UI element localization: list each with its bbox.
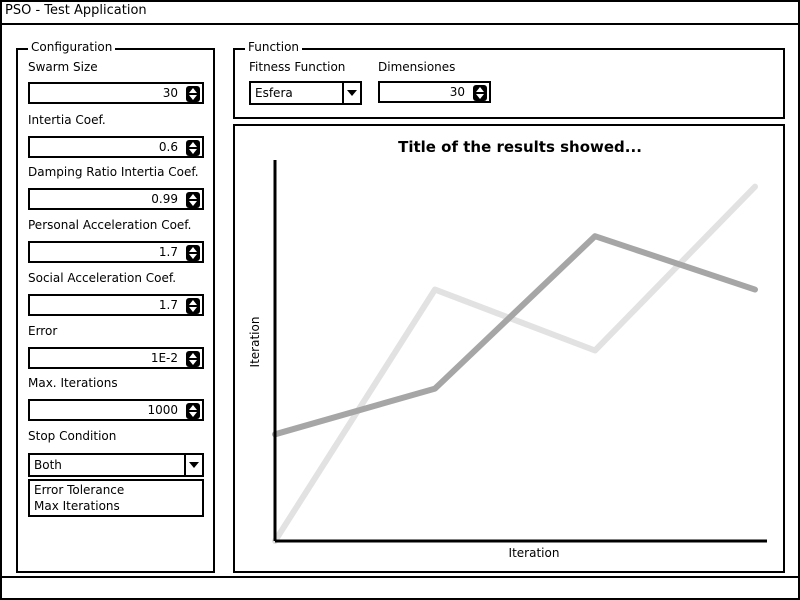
status-bar [0, 576, 800, 600]
results-chart: Title of the results showed... Iteration… [248, 138, 767, 560]
series-line-2 [272, 233, 758, 438]
y-axis-label: Iteration [248, 317, 262, 368]
x-axis-label: Iteration [509, 546, 560, 560]
series-line-1 [272, 183, 758, 544]
chart-title: Title of the results showed... [398, 138, 642, 156]
